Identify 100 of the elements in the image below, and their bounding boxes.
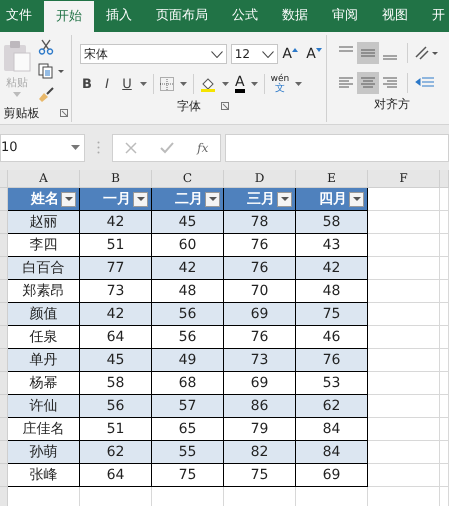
empty-cell (368, 280, 440, 303)
chevron-down-icon[interactable] (210, 50, 223, 58)
column-header[interactable]: C (152, 170, 224, 188)
table-cell: 78 (224, 211, 296, 234)
column-header[interactable]: B (80, 170, 152, 188)
table-cell: 45 (80, 349, 152, 372)
copy-icon[interactable] (38, 63, 64, 79)
ribbon-tab[interactable]: 插入 (94, 0, 144, 32)
underline-button[interactable]: U (120, 76, 134, 92)
phonetic-button[interactable]: wén 文 (270, 74, 290, 94)
empty-cell (368, 418, 440, 441)
table-cell: 张峰 (8, 464, 80, 487)
table-cell: 孙萌 (8, 441, 80, 464)
table-cell: 62 (296, 395, 368, 418)
grip-icon (97, 141, 100, 154)
ribbon-tab[interactable]: 公式 (220, 0, 270, 32)
caret-icon[interactable] (64, 197, 72, 201)
table-cell: 单丹 (8, 349, 80, 372)
ribbon-tab[interactable]: 审阅 (320, 0, 370, 32)
table-cell: 73 (224, 349, 296, 372)
table-cell: 57 (152, 395, 224, 418)
column-header[interactable]: D (224, 170, 296, 188)
filter-dropdown-button[interactable] (205, 192, 220, 206)
bold-button[interactable]: B (80, 76, 94, 92)
caret-icon[interactable] (295, 82, 302, 86)
orientation-icon[interactable] (414, 45, 438, 61)
caret-icon[interactable] (136, 197, 144, 201)
table-cell: 55 (152, 441, 224, 464)
table-cell: 45 (152, 211, 224, 234)
table-cell: 69 (224, 303, 296, 326)
ribbon-tab[interactable]: 数据 (270, 0, 320, 32)
empty-cell (440, 211, 449, 234)
caret-icon[interactable] (280, 197, 288, 201)
font-color-button[interactable]: A (235, 75, 245, 93)
caret-icon[interactable] (71, 145, 80, 150)
scissors-icon[interactable] (38, 39, 54, 55)
filter-dropdown-button[interactable] (277, 192, 292, 206)
table-cell: 84 (296, 441, 368, 464)
table-header-cell: 三月 (224, 188, 296, 211)
table-cell: 62 (80, 441, 152, 464)
align-center-icon[interactable] (357, 72, 379, 94)
caret-icon[interactable] (180, 82, 187, 86)
empty-cell (440, 395, 449, 418)
table-header-cell: 四月 (296, 188, 368, 211)
empty-cell (368, 326, 440, 349)
empty-cell (440, 257, 449, 280)
up-triangle-icon (292, 48, 298, 52)
borders-icon[interactable] (160, 77, 174, 91)
empty-cell (440, 441, 449, 464)
empty-cell (368, 464, 440, 487)
chevron-down-icon[interactable] (262, 50, 274, 58)
align-middle-icon[interactable] (357, 42, 379, 64)
ribbon-tab[interactable]: 文件 (0, 0, 44, 32)
shrink-font-button[interactable]: A (306, 46, 326, 62)
table-cell: 76 (224, 257, 296, 280)
grow-font-button[interactable]: A (282, 46, 302, 62)
filter-dropdown-button[interactable] (61, 192, 76, 206)
table-cell: 白百合 (8, 257, 80, 280)
table-cell: 76 (296, 349, 368, 372)
check-icon[interactable] (160, 142, 174, 154)
column-header[interactable]: F (368, 170, 440, 188)
ribbon-tab[interactable]: 页面布局 (144, 0, 220, 32)
fill-bucket-icon[interactable] (200, 76, 216, 92)
launcher-icon[interactable] (60, 109, 68, 117)
ribbon-tab[interactable]: 视图 (370, 0, 420, 32)
insert-function-button[interactable]: fx (197, 140, 208, 154)
caret-icon[interactable] (222, 82, 229, 86)
table-cell: 64 (80, 464, 152, 487)
column-header[interactable]: A (8, 170, 80, 188)
empty-cell (440, 280, 449, 303)
empty-cell (440, 372, 449, 395)
caret-icon[interactable] (140, 82, 147, 86)
empty-cell (440, 303, 449, 326)
launcher-icon[interactable] (221, 102, 229, 110)
filter-dropdown-button[interactable] (349, 192, 364, 206)
down-triangle-icon (316, 48, 322, 52)
table-cell: 77 (80, 257, 152, 280)
table-cell: 56 (152, 303, 224, 326)
caret-icon[interactable] (352, 197, 360, 201)
ribbon-tab[interactable]: 开始 (44, 1, 94, 32)
column-header[interactable]: E (296, 170, 368, 188)
caret-icon[interactable] (250, 82, 258, 86)
table-header-cell: 二月 (152, 188, 224, 211)
table-cell: 颜值 (8, 303, 80, 326)
name-box[interactable]: 10 (0, 134, 85, 162)
brush-icon[interactable] (38, 87, 54, 103)
filter-dropdown-button[interactable] (133, 192, 148, 206)
table-cell: 42 (152, 257, 224, 280)
table-cell: 42 (80, 303, 152, 326)
empty-cell (440, 349, 449, 372)
font-name-field[interactable]: 宋体 (80, 44, 227, 64)
ribbon-tab[interactable]: 开 (420, 0, 449, 32)
table-cell: 58 (296, 211, 368, 234)
formula-input[interactable] (225, 134, 449, 162)
caret-icon[interactable] (208, 197, 216, 201)
font-size-field[interactable]: 12 (230, 44, 278, 64)
clipboard-icon[interactable] (2, 39, 32, 73)
italic-button[interactable]: I (100, 76, 114, 92)
empty-cell (440, 418, 449, 441)
table-cell: 86 (224, 395, 296, 418)
